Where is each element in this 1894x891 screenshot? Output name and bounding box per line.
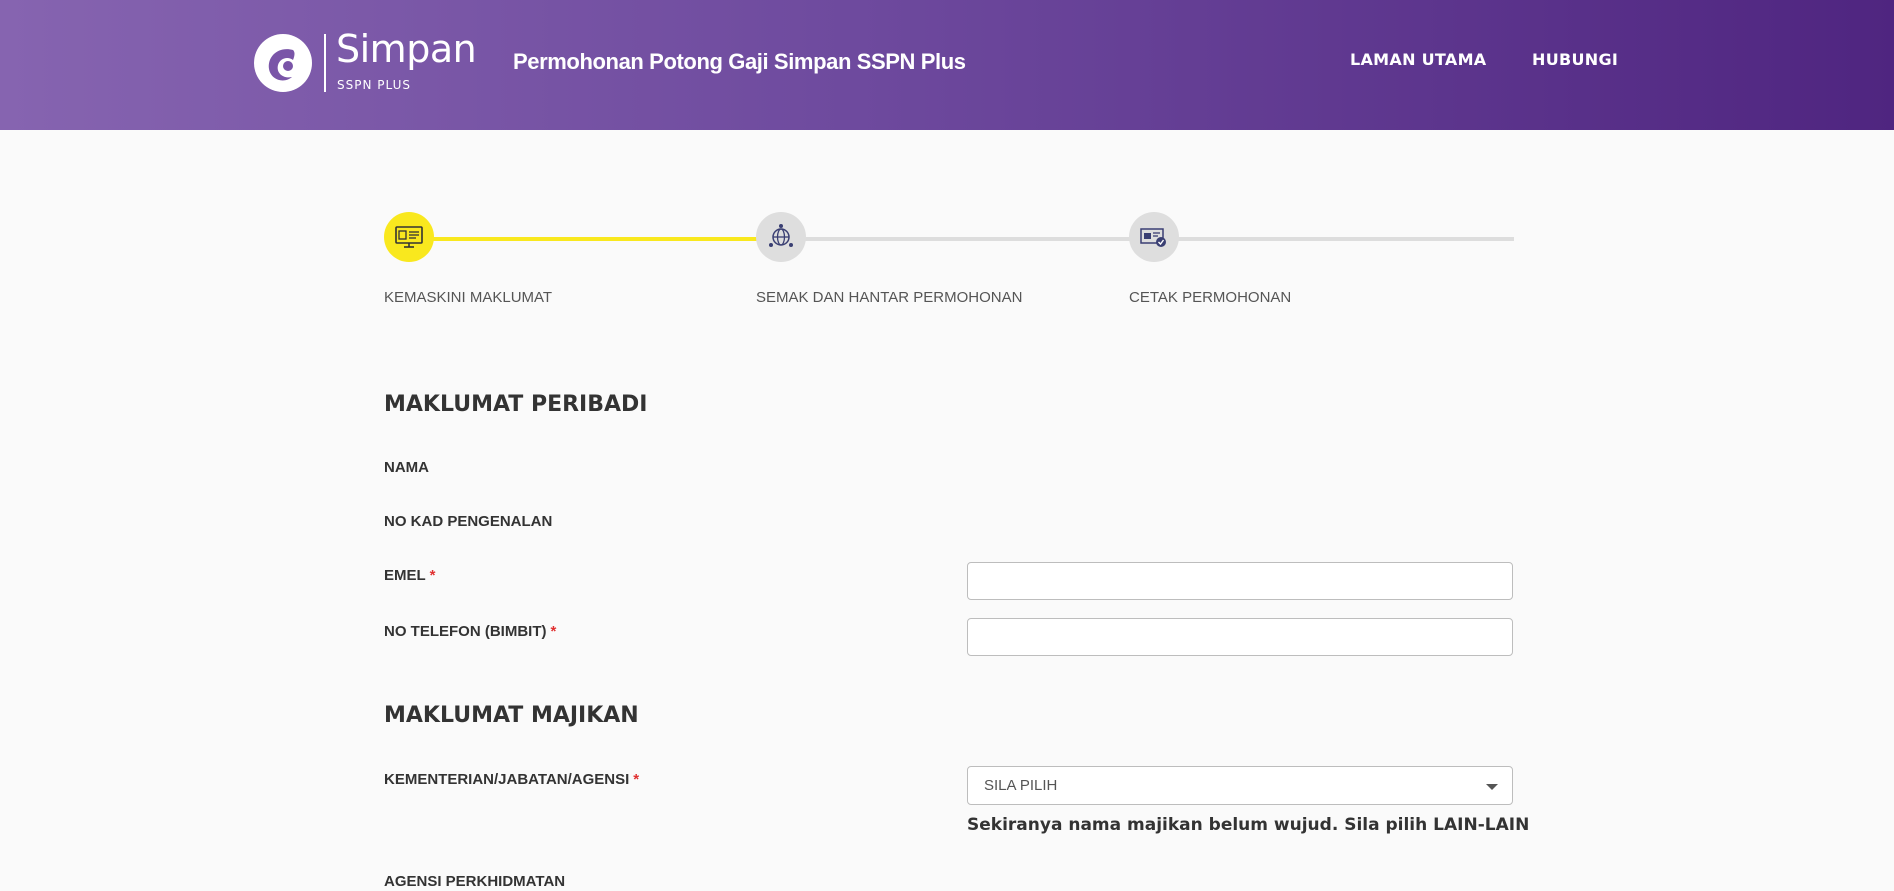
section-title-maklumat-majikan: MAKLUMAT MAJIKAN [384,703,639,728]
step-2-label: SEMAK DAN HANTAR PERMOHONAN [756,289,1023,306]
ministry-select-value: SILA PILIH [984,777,1058,794]
email-label: EMEL * [384,567,436,584]
simpan-logo[interactable]: Simpan SSPN PLUS [253,27,483,95]
nav-hubungi[interactable]: HUBUNGI [1532,50,1618,69]
email-field[interactable] [967,562,1513,600]
service-agency-label: AGENSI PERKHIDMATAN [384,873,566,890]
stepper-track-complete [409,237,764,241]
step-3-circle [1129,212,1179,262]
ministry-label-text: KEMENTERIAN/JABATAN/AGENSI [384,771,630,788]
logo-wordmark: Simpan [336,27,477,71]
required-asterisk: * [429,567,436,584]
step-1-label: KEMASKINI MAKLUMAT [384,289,553,306]
logo-divider [324,34,326,92]
ic-number-label: NO KAD PENGENALAN [384,513,553,530]
mobile-phone-field[interactable] [967,618,1513,656]
required-asterisk: * [550,623,557,640]
page-title: Permohonan Potong Gaji Simpan SSPN Plus [513,49,966,74]
section-title-maklumat-peribadi: MAKLUMAT PERIBADI [384,392,648,417]
swirl-logo-icon [254,34,312,92]
caret-down-icon [1486,784,1498,790]
header-bar: Simpan SSPN PLUS Permohonan Potong Gaji … [0,0,1894,130]
phone-label: NO TELEFON (BIMBIT) * [384,623,556,640]
email-label-text: EMEL [384,567,426,584]
name-label: NAMA [384,459,429,476]
employer-hint-text: Sekiranya nama majikan belum wujud. Sila… [967,815,1530,835]
nav-laman-utama[interactable]: LAMAN UTAMA [1350,50,1487,69]
step-1-circle [384,212,434,262]
globe-send-icon [769,224,793,247]
progress-stepper: KEMASKINI MAKLUMAT SEMAK DAN HANTAR PERM… [384,212,1514,312]
required-asterisk: * [633,771,640,788]
monitor-form-icon [395,226,423,248]
ministry-label: KEMENTERIAN/JABATAN/AGENSI * [384,771,639,788]
step-2-circle [756,212,806,262]
step-3-label: CETAK PERMOHONAN [1129,289,1292,306]
ministry-select[interactable]: SILA PILIH [967,766,1513,805]
certificate-print-icon [1140,228,1166,247]
phone-label-text: NO TELEFON (BIMBIT) [384,623,547,640]
logo-subtext: SSPN PLUS [337,78,411,92]
